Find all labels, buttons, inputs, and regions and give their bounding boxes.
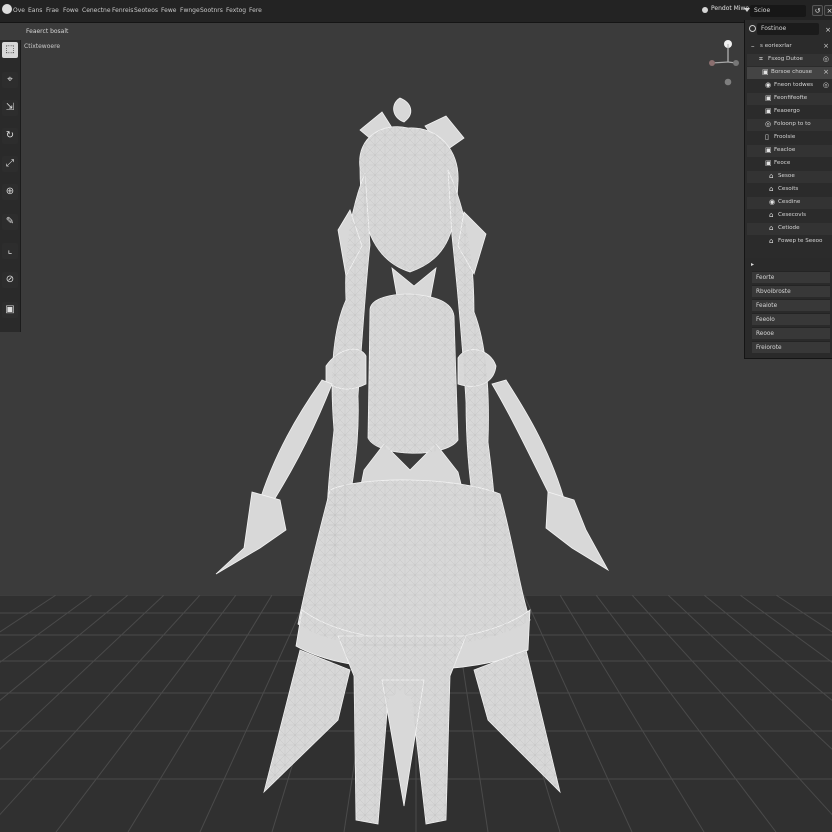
outliner-item[interactable]: ⌂ Cesecovls: [747, 210, 832, 222]
tree-icon: –: [751, 42, 755, 50]
outliner-item[interactable]: ▣ Feoce: [747, 158, 832, 170]
left-toolbar: ⬚ ⌖ ⇲ ↻ ⤢ ⊕ ✎ ⌞ ⊘ ▣: [0, 40, 21, 332]
move-icon[interactable]: ⇲: [2, 100, 18, 116]
outliner-search-field[interactable]: Fostinoe: [757, 23, 819, 35]
outliner-item[interactable]: ▣ Borsoe chouse ×: [747, 67, 832, 79]
object-icon: ▯: [765, 133, 769, 141]
property-row[interactable]: Feorte: [752, 271, 830, 283]
object-icon: ▣: [765, 107, 772, 115]
menu-item[interactable]: Fenreis: [112, 7, 133, 14]
cursor-icon[interactable]: ⌖: [2, 72, 18, 88]
measure-icon[interactable]: ⌞: [2, 243, 18, 259]
outliner-item[interactable]: ⌂ Cetiode: [747, 223, 832, 235]
editor-title: Feaerct bosalt: [26, 28, 69, 35]
mesh-icon: ⌗: [759, 55, 763, 63]
outliner-panel: Fostinoe × – s eoriexrlar × ⌗ Fsxog Dutoe ◎ …: [744, 20, 832, 258]
annotate-icon[interactable]: ✎: [2, 214, 18, 230]
menu-item[interactable]: Fowe: [63, 7, 79, 14]
outliner-item[interactable]: – s eoriexrlar ×: [747, 41, 832, 53]
scene-selector[interactable]: Scioe: [750, 5, 806, 17]
object-icon: ▣: [765, 94, 772, 102]
visibility-icon[interactable]: ◎: [823, 81, 829, 89]
object-icon: ◎: [765, 120, 772, 128]
object-icon: ⌂: [769, 211, 774, 219]
outliner-item[interactable]: ▯ Froolsie: [747, 132, 832, 144]
property-row[interactable]: Reooe: [752, 327, 830, 339]
object-icon: ⌂: [769, 237, 774, 245]
menu-item[interactable]: Fextog: [226, 7, 246, 14]
menu-item[interactable]: Cenectne: [82, 7, 111, 14]
outliner-item[interactable]: ⌗ Fsxog Dutoe ◎: [747, 54, 832, 66]
outliner-item[interactable]: ▣ Feaoergo: [747, 106, 832, 118]
menu-item[interactable]: Eans: [28, 7, 42, 14]
property-row[interactable]: Feeolo: [752, 313, 830, 325]
object-icon: ⌂: [769, 172, 774, 180]
object-icon: ▣: [765, 146, 772, 154]
menu-item[interactable]: Frae: [46, 7, 59, 14]
top-menu-bar: Ove Eans Frae Fowe Cenectne Fenreis Seot…: [0, 0, 832, 23]
viewport-mode-label: Ctixtewoere: [24, 43, 61, 50]
transform-icon[interactable]: ⊕: [2, 184, 18, 200]
grid-floor: [0, 595, 832, 832]
object-icon: ⌂: [769, 224, 774, 232]
menu-item[interactable]: Fere: [249, 7, 262, 14]
outliner-filter-icon[interactable]: [749, 25, 756, 32]
property-row[interactable]: Rbvoibroste: [752, 285, 830, 297]
navigation-gizmo[interactable]: [698, 32, 744, 92]
object-icon: ⌂: [769, 185, 774, 193]
menu-item[interactable]: Fewe: [161, 7, 176, 14]
outliner-item[interactable]: ▣ Feacloe: [747, 145, 832, 157]
collection-icon: ▣: [762, 68, 769, 76]
select-box-icon[interactable]: ⬚: [2, 42, 18, 58]
visibility-icon[interactable]: ◎: [823, 55, 829, 63]
property-row[interactable]: Feaiote: [752, 299, 830, 311]
render-mode-icon[interactable]: [702, 7, 708, 13]
object-icon: ◉: [769, 198, 776, 206]
property-row[interactable]: Freiorote: [752, 341, 830, 353]
scale-icon[interactable]: ⤢: [2, 156, 18, 172]
outliner-close-icon[interactable]: ×: [825, 26, 831, 34]
outliner-item[interactable]: ◉ Cesdine: [747, 197, 832, 209]
close-icon[interactable]: ×: [823, 42, 829, 50]
outliner-item[interactable]: ⌂ Cesoits: [747, 184, 832, 196]
menu-item[interactable]: Sootnrs: [200, 7, 223, 14]
panel-toggle-icon[interactable]: ▸: [751, 261, 754, 268]
properties-panel: ▸ Feorte Rbvoibroste Feaiote Feeolo Reoo…: [744, 258, 832, 359]
object-icon: ◉: [765, 81, 772, 89]
outliner-item[interactable]: ◉ Fneon todwes ◎: [747, 80, 832, 92]
close-icon[interactable]: ×: [823, 68, 829, 76]
app-logo-icon[interactable]: [2, 4, 12, 14]
outliner-item[interactable]: ⌂ Fowep te Seeoo: [747, 236, 832, 248]
menu-item[interactable]: Fwnge: [180, 7, 200, 14]
refresh-button[interactable]: ↺: [812, 5, 823, 16]
extrude-icon[interactable]: ▣: [2, 302, 18, 318]
menu-item[interactable]: Ove: [13, 7, 25, 14]
add-object-icon[interactable]: ⊘: [2, 272, 18, 288]
rotate-icon[interactable]: ↻: [2, 128, 18, 144]
menu-item[interactable]: Seoteos: [134, 7, 158, 14]
close-button[interactable]: ×: [824, 5, 832, 16]
object-icon: ▣: [765, 159, 772, 167]
outliner-item[interactable]: ⌂ Sesoe: [747, 171, 832, 183]
outliner-item[interactable]: ◎ Foloonp to to: [747, 119, 832, 131]
outliner-item[interactable]: ▣ Feonfifeofte: [747, 93, 832, 105]
